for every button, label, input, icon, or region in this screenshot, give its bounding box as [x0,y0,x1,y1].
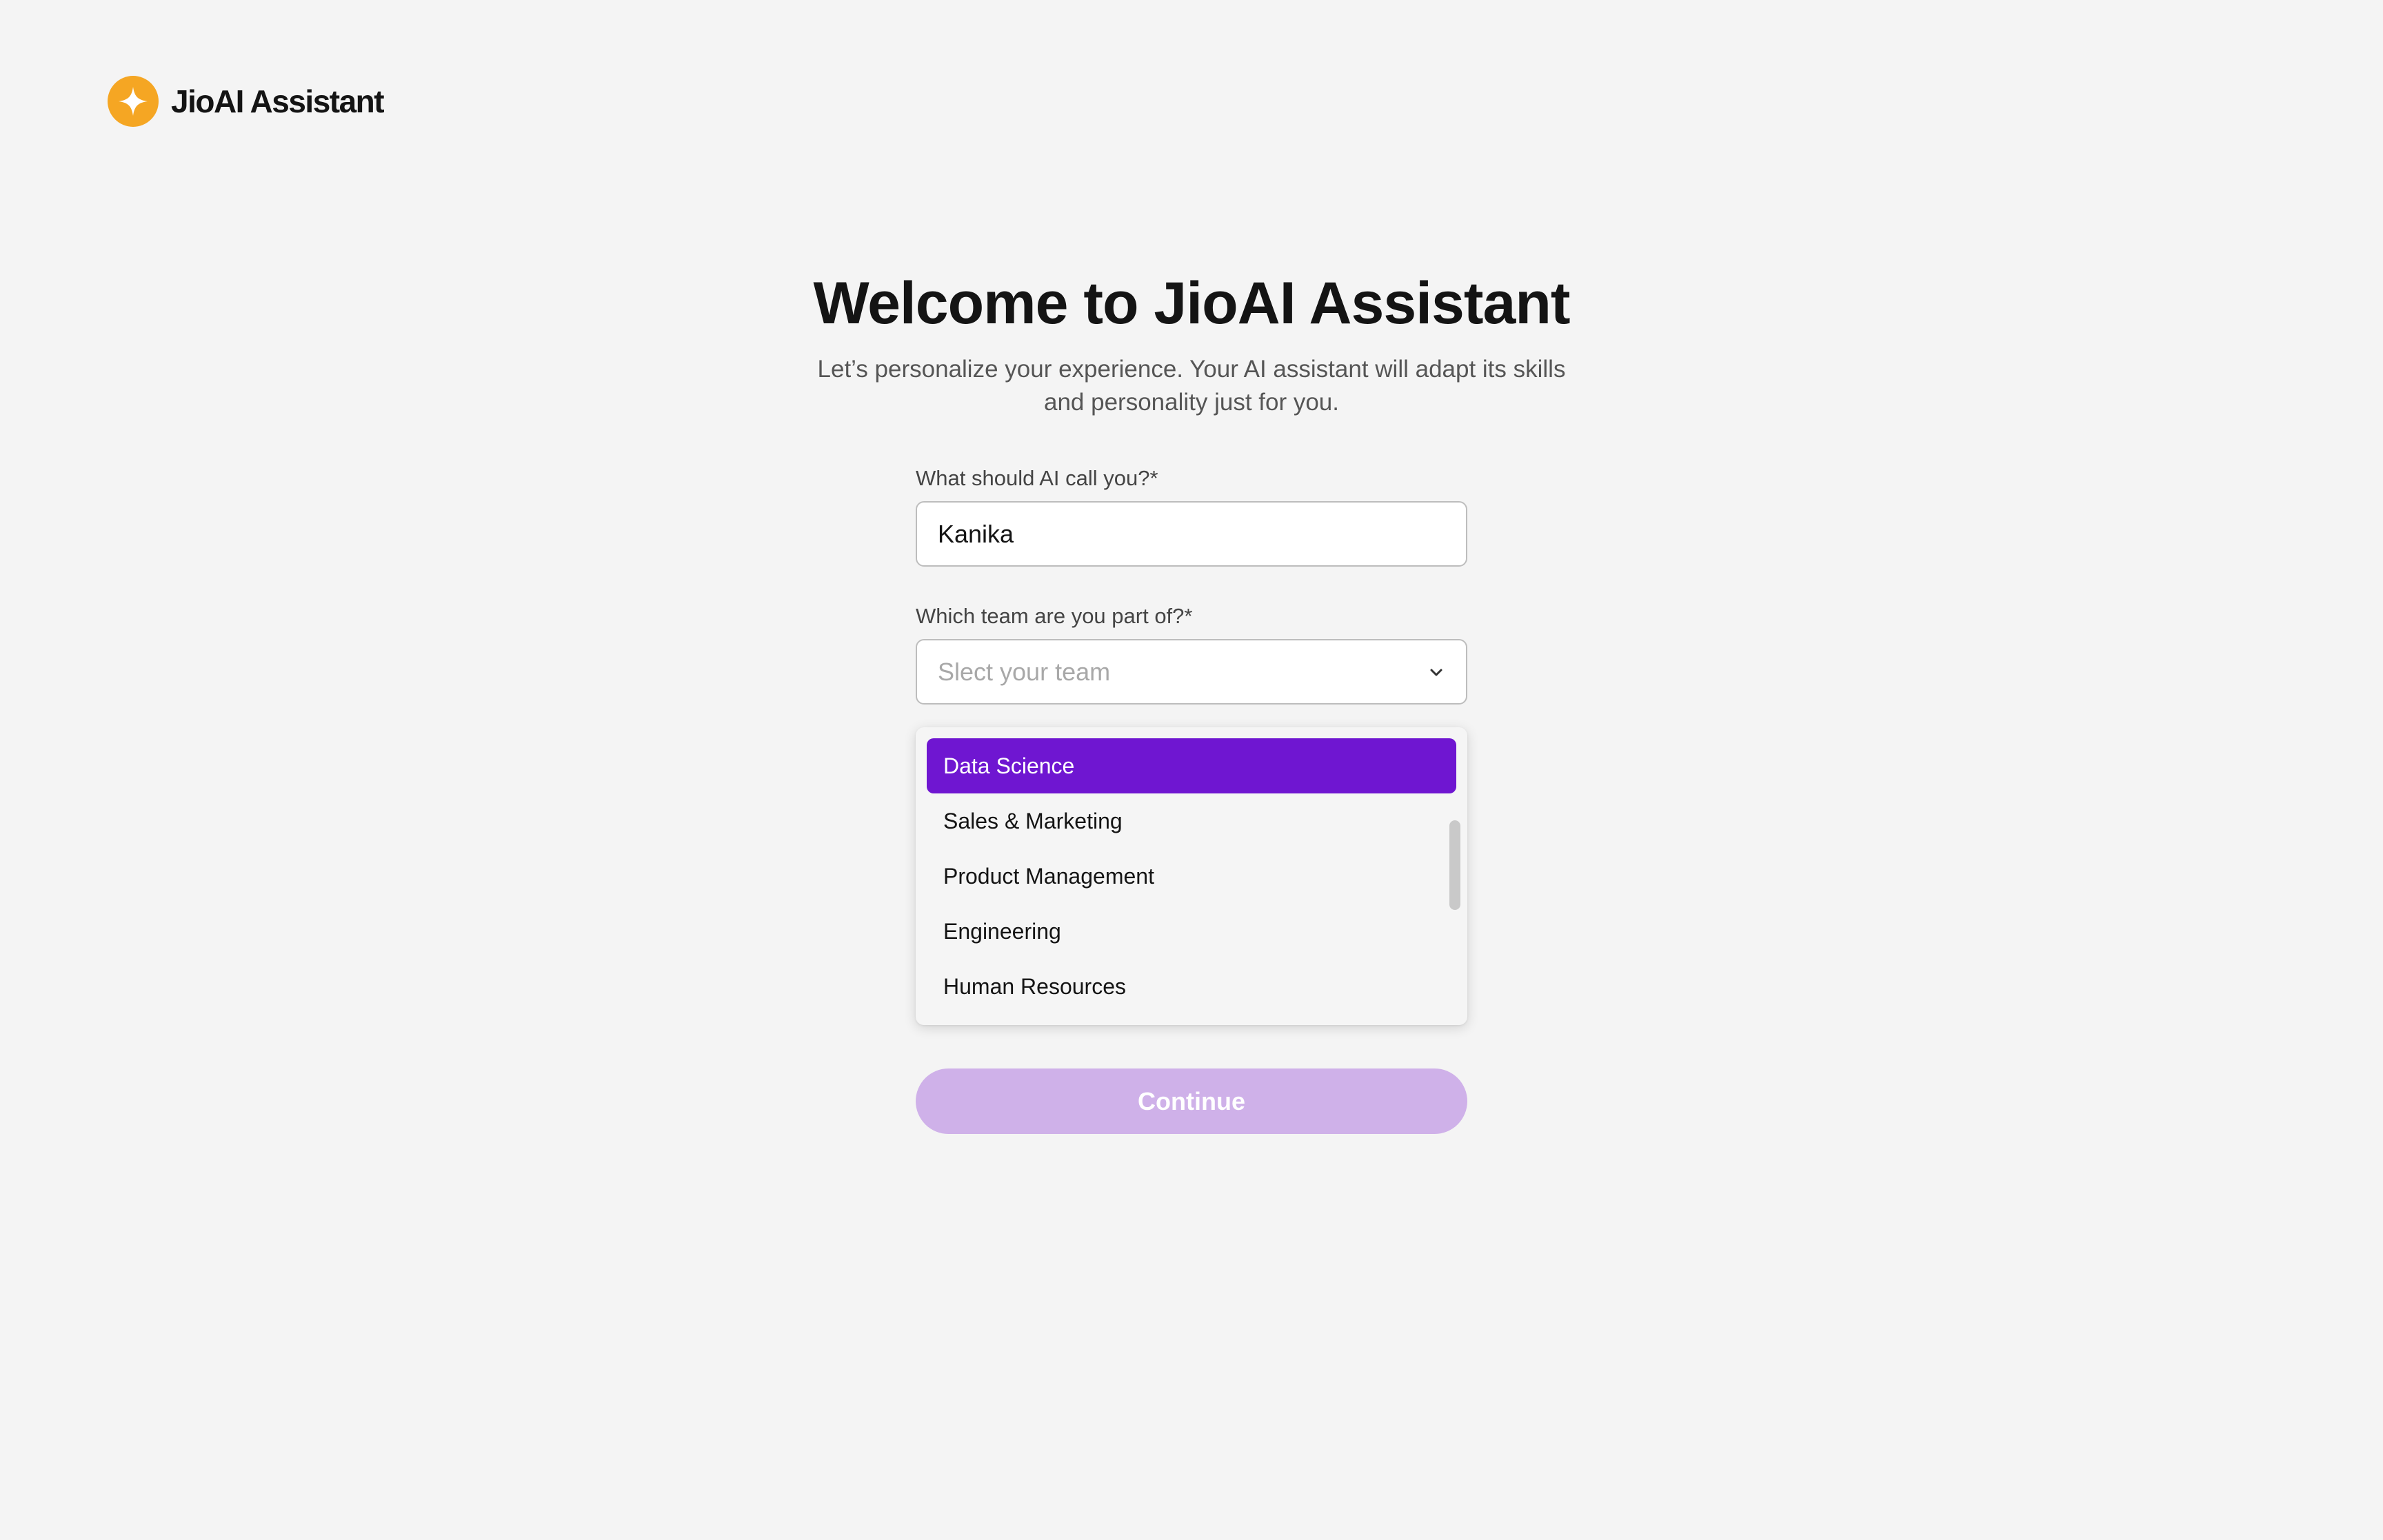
team-option-data-science[interactable]: Data Science [927,738,1456,793]
page-title: Welcome to JioAI Assistant [813,270,1570,336]
app-name: JioAI Assistant [171,83,385,119]
dropdown-scrollbar[interactable] [1449,820,1460,910]
team-dropdown-menu: Data Science Sales & Marketing Product M… [916,727,1467,1025]
chevron-down-icon [1430,669,1442,676]
team-option-engineering[interactable]: Engineering [927,904,1456,959]
team-option-human-resources[interactable]: Human Resources [927,959,1456,1014]
continue-button[interactable]: Continue [916,1068,1467,1134]
team-option-product-management[interactable]: Product Management [927,849,1456,904]
app-logo: JioAI Assistant [108,76,385,127]
team-option-sales-marketing[interactable]: Sales & Marketing [927,793,1456,849]
team-select-placeholder: Slect your team [938,657,1111,686]
name-input[interactable] [916,501,1467,567]
team-field-label: Which team are you part of?* [916,604,1193,628]
page-subtitle: Let’s personalize your experience. Your … [817,356,1566,416]
name-field-label: What should AI call you?* [916,466,1158,490]
team-select[interactable]: Slect your team [916,639,1467,705]
sparkle-icon [108,76,159,127]
